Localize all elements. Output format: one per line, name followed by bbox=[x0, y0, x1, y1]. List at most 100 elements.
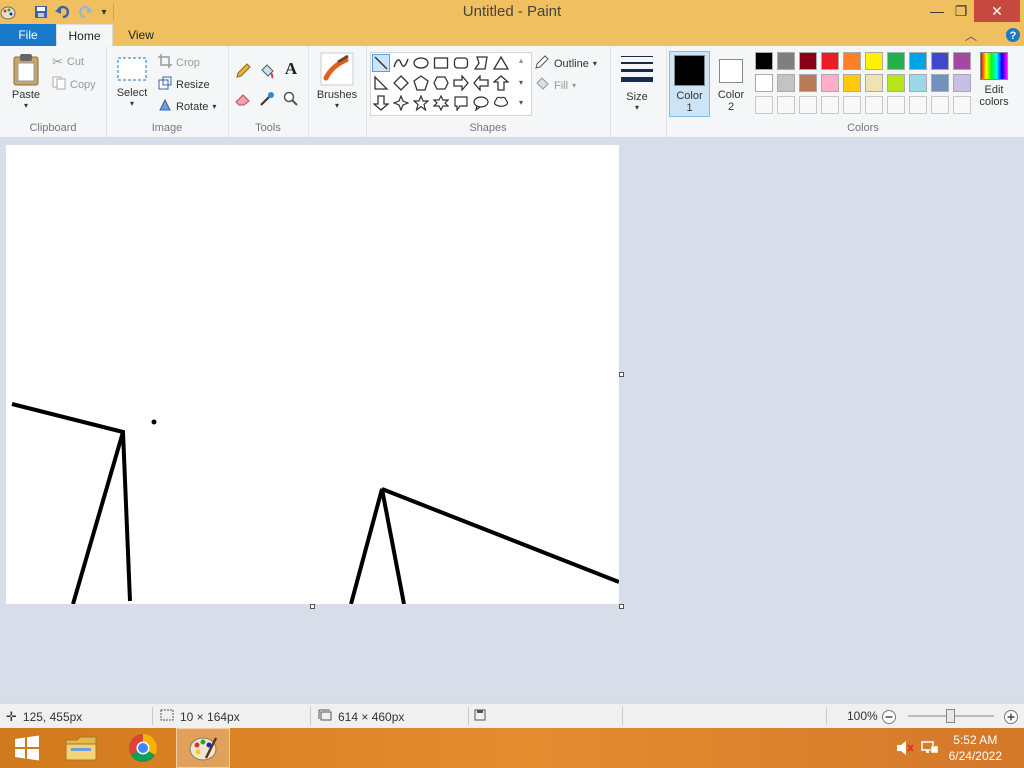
shapes-scroll-up-icon[interactable]: ▴ bbox=[512, 54, 530, 66]
color-swatch[interactable] bbox=[799, 52, 817, 70]
color-swatch[interactable] bbox=[909, 52, 927, 70]
outline-button[interactable]: Outline ▾ bbox=[534, 54, 597, 73]
pentagon-shape-icon[interactable] bbox=[412, 74, 430, 92]
resize-handle-right[interactable] bbox=[619, 372, 624, 377]
cut-button[interactable]: ✂ Cut bbox=[52, 54, 84, 70]
pencil-icon[interactable] bbox=[234, 62, 252, 80]
zoom-slider-thumb[interactable] bbox=[946, 709, 955, 723]
zoom-in-button[interactable] bbox=[1003, 709, 1019, 725]
color-swatch[interactable] bbox=[755, 52, 773, 70]
crop-label: Crop bbox=[176, 56, 200, 69]
size-label: Size bbox=[626, 91, 648, 103]
custom-color-slot[interactable] bbox=[843, 96, 861, 114]
color-swatch[interactable] bbox=[777, 52, 795, 70]
close-button[interactable]: ✕ bbox=[974, 0, 1020, 22]
oval-shape-icon[interactable] bbox=[412, 54, 430, 72]
minimize-ribbon-icon[interactable]: ︿ bbox=[960, 24, 982, 46]
tab-home[interactable]: Home bbox=[56, 24, 113, 46]
six-point-star-shape-icon[interactable] bbox=[432, 94, 450, 112]
custom-color-slot[interactable] bbox=[953, 96, 971, 114]
rounded-rectangle-shape-icon[interactable] bbox=[452, 54, 470, 72]
color-swatch[interactable] bbox=[777, 74, 795, 92]
color-swatch[interactable] bbox=[843, 52, 861, 70]
custom-color-slot[interactable] bbox=[799, 96, 817, 114]
color-swatch[interactable] bbox=[909, 74, 927, 92]
resize-handle-bottom[interactable] bbox=[310, 604, 315, 609]
eraser-icon[interactable] bbox=[234, 90, 252, 108]
color-swatch[interactable] bbox=[843, 74, 861, 92]
custom-color-slot[interactable] bbox=[931, 96, 949, 114]
curve-shape-icon[interactable] bbox=[392, 54, 410, 72]
color-swatch[interactable] bbox=[931, 74, 949, 92]
rectangle-shape-icon[interactable] bbox=[432, 54, 450, 72]
color-swatch[interactable] bbox=[953, 52, 971, 70]
right-triangle-shape-icon[interactable] bbox=[372, 74, 390, 92]
network-icon[interactable] bbox=[921, 740, 939, 759]
magnifier-icon[interactable] bbox=[282, 90, 300, 108]
polygon-shape-icon[interactable] bbox=[472, 54, 490, 72]
color-swatch[interactable] bbox=[821, 74, 839, 92]
paste-button[interactable]: Paste ▾ bbox=[6, 52, 46, 110]
resize-button[interactable]: Resize bbox=[158, 76, 210, 93]
rounded-callout-shape-icon[interactable] bbox=[452, 94, 470, 112]
color-swatch[interactable] bbox=[755, 74, 773, 92]
taskbar-clock[interactable]: 5:52 AM 6/24/2022 bbox=[949, 732, 1002, 764]
edit-colors-button[interactable]: Edit colors bbox=[976, 52, 1012, 108]
taskbar-chrome[interactable] bbox=[116, 728, 170, 768]
fill-bucket-icon[interactable] bbox=[258, 62, 276, 80]
custom-color-slot[interactable] bbox=[821, 96, 839, 114]
color-swatch[interactable] bbox=[931, 52, 949, 70]
diamond-shape-icon[interactable] bbox=[392, 74, 410, 92]
resize-handle-corner[interactable] bbox=[619, 604, 624, 609]
file-size bbox=[474, 709, 486, 724]
hexagon-shape-icon[interactable] bbox=[432, 74, 450, 92]
tab-file[interactable]: File bbox=[0, 24, 56, 46]
color-swatch[interactable] bbox=[865, 52, 883, 70]
volume-muted-icon[interactable] bbox=[896, 740, 914, 759]
rotate-button[interactable]: Rotate ▾ bbox=[158, 98, 216, 115]
four-point-star-shape-icon[interactable] bbox=[392, 94, 410, 112]
oval-callout-shape-icon[interactable] bbox=[472, 94, 490, 112]
color1-button[interactable]: Color 1 bbox=[669, 51, 710, 117]
shapes-more-icon[interactable]: ▾ bbox=[512, 96, 530, 108]
start-button[interactable] bbox=[0, 728, 54, 768]
scissors-icon: ✂ bbox=[52, 54, 63, 69]
custom-color-slot[interactable] bbox=[755, 96, 773, 114]
five-point-star-shape-icon[interactable] bbox=[412, 94, 430, 112]
right-arrow-shape-icon[interactable] bbox=[452, 74, 470, 92]
size-button[interactable]: Size ▾ bbox=[616, 54, 658, 112]
color-swatch[interactable] bbox=[887, 52, 905, 70]
zoom-out-button[interactable] bbox=[881, 709, 897, 725]
custom-color-slot[interactable] bbox=[865, 96, 883, 114]
crop-button[interactable]: Crop bbox=[158, 54, 200, 71]
color-swatch[interactable] bbox=[799, 74, 817, 92]
fill-button[interactable]: Fill ▾ bbox=[534, 76, 576, 95]
line-shape-icon[interactable] bbox=[372, 54, 390, 72]
help-icon[interactable]: ? bbox=[1004, 24, 1022, 46]
custom-color-slot[interactable] bbox=[887, 96, 905, 114]
taskbar-paint[interactable] bbox=[176, 728, 230, 768]
down-arrow-shape-icon[interactable] bbox=[372, 94, 390, 112]
color1-label: Color bbox=[676, 90, 703, 102]
color-picker-icon[interactable] bbox=[258, 90, 276, 108]
color-swatch[interactable] bbox=[887, 74, 905, 92]
canvas-size-text: 614 × 460px bbox=[338, 709, 405, 724]
taskbar-file-explorer[interactable] bbox=[54, 728, 108, 768]
left-arrow-shape-icon[interactable] bbox=[472, 74, 490, 92]
custom-color-slot[interactable] bbox=[777, 96, 795, 114]
copy-button[interactable]: Copy bbox=[52, 76, 96, 93]
tab-view[interactable]: View bbox=[113, 24, 169, 46]
cloud-callout-shape-icon[interactable] bbox=[492, 94, 510, 112]
text-tool-icon[interactable]: A bbox=[282, 59, 300, 78]
color2-button[interactable]: Color 2 bbox=[712, 51, 750, 117]
drawing-canvas[interactable] bbox=[6, 145, 620, 605]
triangle-shape-icon[interactable] bbox=[492, 54, 510, 72]
color-swatch[interactable] bbox=[821, 52, 839, 70]
select-button[interactable]: Select ▾ bbox=[114, 56, 150, 108]
up-arrow-shape-icon[interactable] bbox=[492, 74, 510, 92]
custom-color-slot[interactable] bbox=[909, 96, 927, 114]
brushes-button[interactable]: Brushes ▾ bbox=[314, 52, 360, 110]
color-swatch[interactable] bbox=[865, 74, 883, 92]
shapes-scroll-down-icon[interactable]: ▾ bbox=[512, 76, 530, 88]
color-swatch[interactable] bbox=[953, 74, 971, 92]
